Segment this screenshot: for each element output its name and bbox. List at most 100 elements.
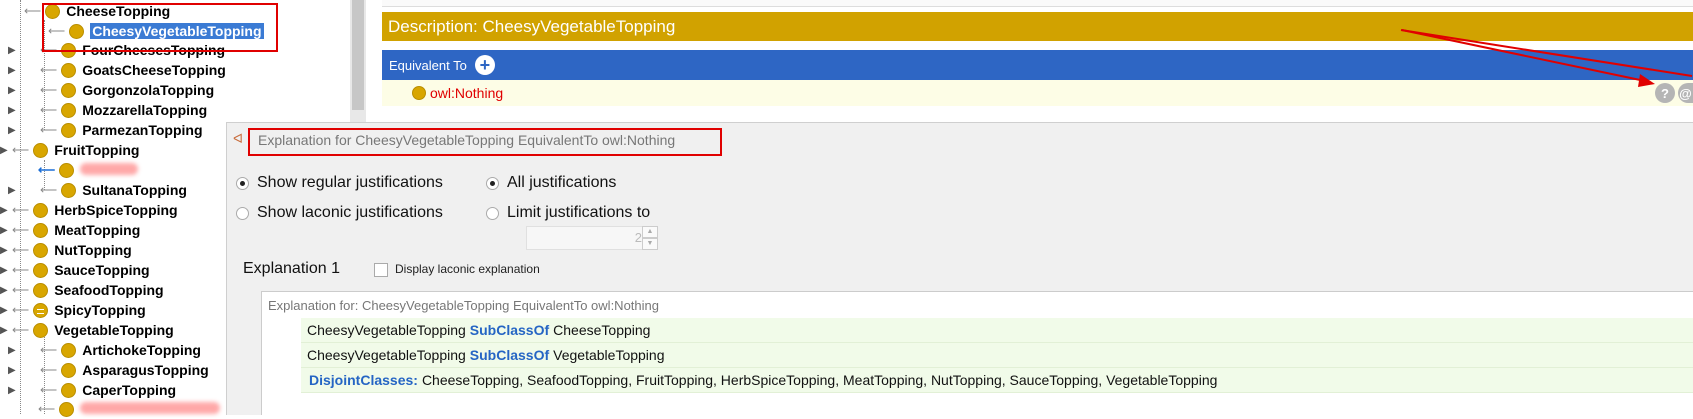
tree-node[interactable]: ▶ ⟵ ParmezanTopping (8, 120, 203, 140)
axiom-object: VegetableTopping (553, 347, 665, 363)
axiom-subject: CheesyVegetableTopping (307, 347, 466, 363)
class-icon (33, 202, 49, 218)
show-laconic-radio[interactable]: Show laconic justifications (236, 204, 443, 222)
radio-label: Show regular justifications (257, 174, 443, 191)
description-title: Description: CheesyVegetableTopping (388, 16, 676, 36)
tree-node[interactable]: ⟵ (38, 399, 221, 419)
tree-node[interactable]: ▶ ⟵ SauceTopping (0, 260, 150, 280)
subclass-arrow-icon: ⟵ (40, 123, 58, 137)
class-icon (61, 82, 77, 98)
limit-justifications-radio[interactable]: Limit justifications to (486, 204, 650, 222)
expand-icon[interactable]: ▶ (0, 225, 12, 236)
tree-node-label: ArtichokeTopping (82, 342, 201, 358)
class-icon (33, 282, 49, 298)
expand-icon[interactable]: ▶ (0, 145, 12, 156)
tree-node[interactable]: ▶ ⟵ MeatTopping (0, 220, 140, 240)
tree-node[interactable]: ▶ ⟵ GorgonzolaTopping (8, 80, 214, 100)
tree-scrollbar-thumb[interactable] (352, 0, 364, 110)
radio-icon (486, 176, 499, 190)
tree-node[interactable]: ▶ ⟵ SpicyTopping (0, 300, 146, 320)
axiom-object: CheeseTopping (553, 322, 651, 338)
subclass-arrow-icon: ⟵ (12, 303, 30, 317)
justification-axiom-row[interactable]: CheesyVegetableTopping SubClassOf Vegeta… (301, 343, 1693, 368)
expand-icon[interactable]: ▶ (8, 385, 20, 396)
add-icon[interactable]: + (474, 55, 495, 75)
spinner-down-icon[interactable]: ▼ (642, 238, 658, 250)
expand-icon[interactable]: ▶ (8, 105, 20, 116)
laconic-checkbox[interactable] (374, 263, 388, 277)
expand-icon[interactable]: ▶ (8, 65, 20, 76)
expand-icon[interactable]: ▶ (0, 285, 12, 296)
expand-icon[interactable]: ▶ (0, 325, 12, 336)
equivalent-to-label: Equivalent To (389, 57, 467, 73)
tree-node-label: MozzarellaTopping (82, 102, 208, 118)
spinner-up-icon[interactable]: ▲ (642, 226, 658, 238)
subclass-arrow-icon: ⟵ (40, 103, 58, 117)
tree-node[interactable]: ▶ ⟵ VegetableTopping (0, 320, 174, 340)
axiom-object: CheeseTopping, SeafoodTopping, FruitTopp… (421, 372, 1218, 388)
justification-axiom-row[interactable]: DisjointClasses: CheeseTopping, SeafoodT… (301, 368, 1693, 393)
class-icon (33, 322, 49, 338)
annotation-box-dialog-title (248, 128, 722, 156)
tree-node-label: SpicyTopping (54, 302, 146, 318)
subclass-arrow-icon: ⟵ (40, 343, 58, 357)
expand-icon[interactable]: ▶ (0, 265, 12, 276)
axiom-keyword: SubClassOf (469, 322, 550, 338)
explanation-title: Explanation 1 (243, 260, 340, 277)
axiom-keyword: DisjointClasses: (309, 372, 418, 388)
subclass-arrow-icon: ⟵ (12, 223, 30, 237)
subclass-arrow-icon: ⟵ (12, 323, 30, 337)
tree-node-label: AsparagusTopping (82, 362, 209, 378)
tree-node[interactable]: ▶ ⟵ FruitTopping (0, 140, 139, 160)
tree-node[interactable]: ▶ ⟵ GoatsCheeseTopping (8, 60, 226, 80)
tree-node[interactable]: ▶ ⟵ SultanaTopping (8, 180, 187, 200)
justification-axiom-row[interactable]: CheesyVegetableTopping SubClassOf Cheese… (301, 318, 1693, 343)
subclass-arrow-icon: ⟵ (12, 203, 30, 217)
radio-label: Show laconic justifications (257, 204, 443, 221)
expand-icon[interactable]: ▶ (0, 245, 12, 256)
class-icon (61, 382, 77, 398)
axiom-subject: CheesyVegetableTopping (307, 322, 466, 338)
expand-icon[interactable]: ▶ (8, 365, 20, 376)
all-justifications-radio[interactable]: All justifications (486, 174, 616, 192)
expand-icon[interactable]: ▶ (8, 45, 20, 56)
redacted-label (80, 163, 139, 175)
subclass-arrow-icon: ⟵ (40, 363, 58, 377)
radio-label: All justifications (507, 174, 617, 191)
explanation-for-text: Explanation for: CheesyVegetableTopping … (268, 298, 659, 313)
class-icon (59, 162, 75, 178)
tree-node-label: CaperTopping (82, 382, 177, 398)
tree-node-label: SultanaTopping (82, 182, 187, 198)
expand-icon[interactable]: ▶ (8, 185, 20, 196)
tree-node[interactable]: ▶ ⟵ HerbSpiceTopping (0, 200, 178, 220)
tree-node-label: SeafoodTopping (54, 282, 164, 298)
tree-node[interactable]: ▶ ⟵ ArtichokeTopping (8, 340, 201, 360)
tree-node-label: GoatsCheeseTopping (82, 62, 226, 78)
tree-node[interactable]: ▶ ⟵ NutTopping (0, 240, 132, 260)
tree-node[interactable]: ⟵ (38, 160, 139, 180)
radio-icon (236, 176, 249, 190)
tree-node-label: FruitTopping (54, 142, 140, 158)
annotation-arrow (1400, 29, 1693, 87)
expand-icon[interactable]: ▶ (8, 85, 20, 96)
expand-icon[interactable]: ▶ (8, 125, 20, 136)
tree-node[interactable]: ▶ ⟵ MozzarellaTopping (8, 100, 207, 120)
tree-node[interactable]: ▶ ⟵ SeafoodTopping (0, 280, 164, 300)
expand-icon[interactable]: ▶ (0, 205, 12, 216)
subclass-arrow-icon: ⟵ (12, 283, 30, 297)
class-icon (61, 102, 77, 118)
show-regular-radio[interactable]: Show regular justifications (236, 174, 443, 192)
class-icon (61, 62, 77, 78)
tree-node[interactable]: ▶ ⟵ AsparagusTopping (8, 360, 209, 380)
axiom-keyword: SubClassOf (469, 347, 550, 363)
class-icon (61, 362, 77, 378)
expand-icon[interactable]: ▶ (8, 345, 20, 356)
redacted-label (80, 402, 221, 414)
subclass-arrow-icon: ⟵ (40, 383, 58, 397)
expand-icon[interactable]: ▶ (0, 305, 12, 316)
tree-node-label: SauceTopping (54, 262, 150, 278)
class-icon (59, 401, 75, 417)
tree-node[interactable]: ▶ ⟵ CaperTopping (8, 380, 176, 400)
limit-spinner-value: 2 (634, 230, 642, 245)
tree-node-label: GorgonzolaTopping (82, 82, 215, 98)
